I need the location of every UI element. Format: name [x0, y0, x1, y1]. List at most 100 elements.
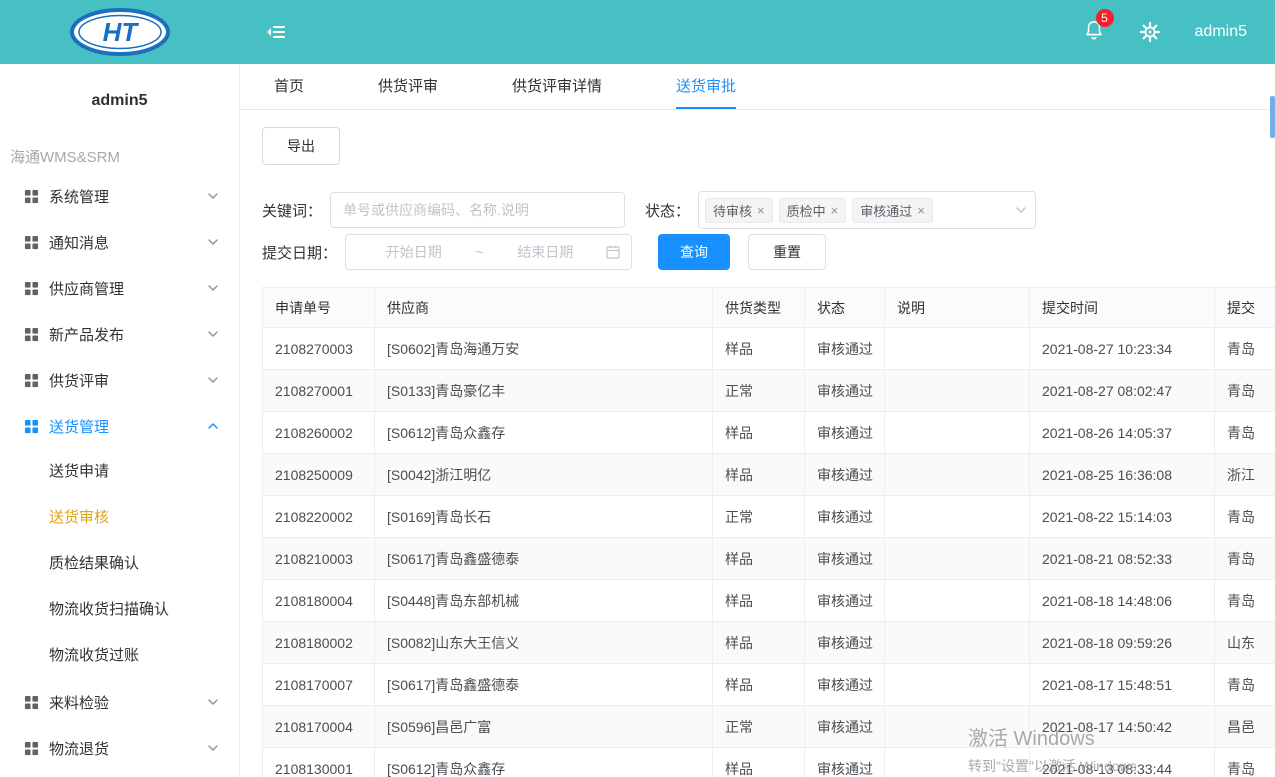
sidebar-subitem[interactable]: 送货审核: [0, 495, 239, 541]
tab[interactable]: 送货审批: [676, 64, 736, 109]
grid-icon: [24, 695, 39, 710]
search-button[interactable]: 查询: [658, 234, 730, 270]
table-cell: 2108220002: [263, 496, 375, 538]
chevron-down-icon: [207, 190, 219, 202]
table-cell: [885, 328, 1030, 370]
table-cell: 青岛: [1215, 538, 1275, 580]
sidebar-subitem[interactable]: 物流收货过账: [0, 633, 239, 679]
chevron-down-icon: [207, 282, 219, 294]
date-separator: ~: [471, 244, 487, 260]
sidebar-subitem[interactable]: 质检结果确认: [0, 541, 239, 587]
table-cell: 样品: [713, 454, 805, 496]
grid-icon: [24, 235, 39, 250]
sidebar-item[interactable]: 送货管理: [0, 403, 239, 449]
sidebar-item[interactable]: 供应商管理: [0, 265, 239, 311]
tag-close-icon[interactable]: ×: [831, 204, 839, 217]
tab[interactable]: 供货评审: [378, 64, 438, 109]
tab-bar: 首页 供货评审 供货评审详情 送货审批: [240, 64, 1275, 110]
app-logo: HT: [0, 6, 240, 58]
tab[interactable]: 首页: [274, 64, 304, 109]
table-cell: 审核通过: [805, 664, 885, 706]
table-cell: 2021-08-27 10:23:34: [1030, 328, 1215, 370]
sidebar-item-label: 来料检验: [49, 692, 109, 713]
topbar-actions: 5 admin5: [1083, 19, 1275, 46]
notification-badge: 5: [1096, 9, 1114, 27]
column-header: 说明: [885, 288, 1030, 328]
table-row[interactable]: 2108170007[S0617]青岛鑫盛德泰样品审核通过2021-08-17 …: [263, 664, 1275, 706]
sidebar-subitem[interactable]: 送货申请: [0, 449, 239, 495]
settings-button[interactable]: [1139, 21, 1161, 43]
sidebar-item-label: 供货评审: [49, 370, 109, 391]
table-cell: [S0448]青岛东部机械: [375, 580, 713, 622]
keyword-input[interactable]: [330, 192, 625, 228]
table-row[interactable]: 2108170004[S0596]昌邑广富正常审核通过2021-08-17 14…: [263, 706, 1275, 748]
table-cell: 2108180002: [263, 622, 375, 664]
sidebar-item-label: 系统管理: [49, 186, 109, 207]
tag-close-icon[interactable]: ×: [917, 204, 925, 217]
filter-row-2: 提交日期： 开始日期 ~ 结束日期 查询 重置: [262, 233, 1275, 271]
table-cell: 2108270001: [263, 370, 375, 412]
scrollbar-thumb[interactable]: [1270, 96, 1275, 138]
table-row[interactable]: 2108210003[S0617]青岛鑫盛德泰样品审核通过2021-08-21 …: [263, 538, 1275, 580]
date-range-picker[interactable]: 开始日期 ~ 结束日期: [345, 234, 632, 270]
sidebar-item[interactable]: 供货评审: [0, 357, 239, 403]
notifications-button[interactable]: 5: [1083, 19, 1105, 46]
table-cell: 2021-08-17 14:50:42: [1030, 706, 1215, 748]
grid-icon: [24, 189, 39, 204]
column-header: 供货类型: [713, 288, 805, 328]
topbar-username[interactable]: admin5: [1195, 23, 1247, 41]
table-cell: 2108170007: [263, 664, 375, 706]
sidebar-collapse-icon[interactable]: [264, 20, 288, 44]
table-cell: 2021-08-13 08:33:44: [1030, 748, 1215, 777]
tag-close-icon[interactable]: ×: [757, 204, 765, 217]
results-table: 申请单号供应商供货类型状态说明提交时间提交 2108270003[S0602]青…: [262, 287, 1275, 777]
page-content: 导出 关键词： 状态： 待审核×质检中×审核通过× 提交日期： 开始日期 ~ 结…: [240, 110, 1275, 777]
table-row[interactable]: 2108270003[S0602]青岛海通万安样品审核通过2021-08-27 …: [263, 328, 1275, 370]
table-cell: 2021-08-21 08:52:33: [1030, 538, 1215, 580]
table-cell: [S0133]青岛豪亿丰: [375, 370, 713, 412]
table-row[interactable]: 2108260002[S0612]青岛众鑫存样品审核通过2021-08-26 1…: [263, 412, 1275, 454]
table-cell: 青岛: [1215, 328, 1275, 370]
sidebar-item[interactable]: 通知消息: [0, 219, 239, 265]
table-cell: 正常: [713, 370, 805, 412]
table-row[interactable]: 2108270001[S0133]青岛豪亿丰正常审核通过2021-08-27 0…: [263, 370, 1275, 412]
table-cell: 2021-08-26 14:05:37: [1030, 412, 1215, 454]
gear-icon: [1139, 21, 1161, 43]
tab[interactable]: 供货评审详情: [512, 64, 602, 109]
sidebar-item[interactable]: 来料检验: [0, 679, 239, 725]
sidebar-item[interactable]: 系统管理: [0, 173, 239, 219]
column-header: 供应商: [375, 288, 713, 328]
table-row[interactable]: 2108180002[S0082]山东大王信义样品审核通过2021-08-18 …: [263, 622, 1275, 664]
table-row[interactable]: 2108130001[S0612]青岛众鑫存样品审核通过2021-08-13 0…: [263, 748, 1275, 777]
export-button[interactable]: 导出: [262, 127, 340, 165]
table-cell: 2108260002: [263, 412, 375, 454]
table-cell: 审核通过: [805, 580, 885, 622]
sidebar-item[interactable]: 物流退货: [0, 725, 239, 771]
status-multiselect[interactable]: 待审核×质检中×审核通过×: [698, 191, 1036, 229]
keyword-label: 关键词：: [262, 200, 322, 221]
table-cell: 2108170004: [263, 706, 375, 748]
logo-icon: HT: [68, 6, 172, 58]
table-cell: 2021-08-17 15:48:51: [1030, 664, 1215, 706]
table-cell: 2021-08-18 14:48:06: [1030, 580, 1215, 622]
table-cell: [S0612]青岛众鑫存: [375, 412, 713, 454]
table-cell: 样品: [713, 748, 805, 777]
table-cell: 青岛: [1215, 496, 1275, 538]
chevron-down-icon: [207, 328, 219, 340]
table-cell: [885, 706, 1030, 748]
sidebar-item[interactable]: 新产品发布: [0, 311, 239, 357]
calendar-icon: [605, 244, 621, 260]
table-row[interactable]: 2108250009[S0042]浙江明亿样品审核通过2021-08-25 16…: [263, 454, 1275, 496]
sidebar-subitem[interactable]: 物流收货扫描确认: [0, 587, 239, 633]
table-cell: [S0169]青岛长石: [375, 496, 713, 538]
column-header: 状态: [805, 288, 885, 328]
sidebar-item-label: 新产品发布: [49, 324, 124, 345]
table-cell: 样品: [713, 580, 805, 622]
table-cell: 2108130001: [263, 748, 375, 777]
table-cell: 2021-08-22 15:14:03: [1030, 496, 1215, 538]
table-row[interactable]: 2108180004[S0448]青岛东部机械样品审核通过2021-08-18 …: [263, 580, 1275, 622]
reset-button[interactable]: 重置: [748, 234, 826, 270]
table-cell: 青岛: [1215, 664, 1275, 706]
grid-icon: [24, 419, 39, 434]
table-row[interactable]: 2108220002[S0169]青岛长石正常审核通过2021-08-22 15…: [263, 496, 1275, 538]
